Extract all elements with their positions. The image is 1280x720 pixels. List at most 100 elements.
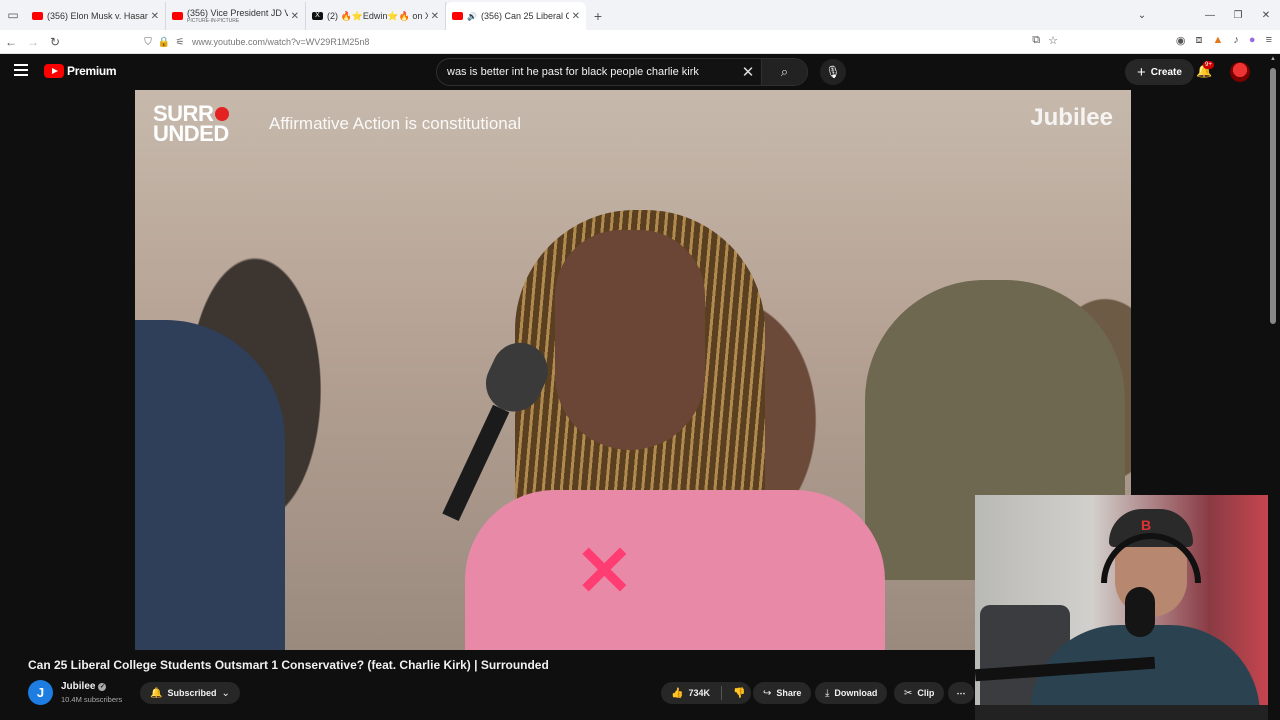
close-window-icon[interactable]: ✕ <box>1252 10 1280 21</box>
tab-title: (356) Can 25 Liberal Colleg <box>480 11 569 21</box>
subscribed-button[interactable]: 🔔 Subscribed ⌄ <box>140 682 240 704</box>
voice-search-button[interactable]: 🎙 <box>820 59 846 85</box>
restore-icon[interactable]: ❐ <box>1224 10 1252 21</box>
forward-icon[interactable]: → <box>22 35 44 49</box>
extension-icon[interactable]: ● <box>1249 34 1256 47</box>
clip-button[interactable]: ✂ Clip <box>894 682 945 704</box>
subscriber-count: 10.4M subscribers <box>61 695 123 704</box>
video-topic-caption: Affirmative Action is constitutional <box>269 114 521 133</box>
scrollbar-thumb[interactable] <box>1270 68 1276 324</box>
speaker-icon[interactable]: 🔊 <box>467 12 477 21</box>
bell-icon: 🔔 <box>150 687 163 699</box>
menu-icon[interactable]: ≡ <box>1266 34 1272 47</box>
x-favicon-icon: X <box>312 12 323 20</box>
page-scrollbar[interactable]: ▲ <box>1268 54 1280 720</box>
verified-icon: ✓ <box>98 683 107 691</box>
address-bar-actions: ⧉ ☆ <box>1032 34 1058 47</box>
url-text[interactable]: www.youtube.com/watch?v=WV29R1M25n8 <box>192 37 369 47</box>
divider <box>720 686 722 700</box>
webcam-desk <box>975 705 1268 720</box>
plus-icon: + <box>1137 63 1146 81</box>
clip-label: Clip <box>917 688 935 698</box>
video-title: Can 25 Liberal College Students Outsmart… <box>28 658 549 672</box>
browser-tab[interactable]: (356) Vice President JD Vance R PICTURE-… <box>166 2 306 30</box>
jubilee-watermark: Jubilee <box>1030 104 1113 131</box>
browser-tab-active[interactable]: 🔊 (356) Can 25 Liberal Colleg ✕ <box>446 2 586 30</box>
youtube-premium-logo[interactable]: Premium <box>44 64 117 78</box>
metamask-icon[interactable]: ▲ <box>1213 34 1224 47</box>
tab-title: (2) 🔥⭐Edwin⭐🔥 on X: "Is Ti <box>327 11 428 21</box>
youtube-play-icon <box>44 64 64 78</box>
lock-icon[interactable]: 🔒 <box>156 37 172 48</box>
logo-text: Premium <box>67 64 117 78</box>
webcam-overlay: B <box>975 495 1268 720</box>
video-speaker-face <box>555 230 705 450</box>
back-icon[interactable]: ← <box>0 35 22 49</box>
video-foreground-person <box>135 320 285 650</box>
youtube-favicon-icon <box>32 12 43 20</box>
shield-icon[interactable]: ⛉ <box>140 37 156 48</box>
browser-tab[interactable]: (356) Elon Musk v. Hasan Piker ✕ <box>26 2 166 30</box>
extensions-icon[interactable]: ⧈ <box>1196 34 1203 47</box>
download-label: Download <box>834 688 878 698</box>
video-speaker-shirt <box>465 490 885 650</box>
tab-list-icon[interactable]: ▭ <box>0 0 26 30</box>
channel-name[interactable]: Jubilee <box>61 681 95 692</box>
new-tab-button[interactable]: + <box>586 2 610 30</box>
more-actions-button[interactable]: ⋯ <box>948 682 974 704</box>
account-icon[interactable]: ◉ <box>1176 34 1186 47</box>
user-avatar[interactable] <box>1230 62 1250 82</box>
youtube-favicon-icon <box>452 12 463 20</box>
tab-title: (356) Elon Musk v. Hasan Piker <box>47 11 148 21</box>
browser-toolbar: ← → ↻ ⛉ 🔒 ⚟ www.youtube.com/watch?v=WV29… <box>0 30 1280 54</box>
tab-close-icon[interactable]: ✕ <box>431 11 439 22</box>
webcam-microphone <box>1125 587 1155 637</box>
share-icon: ↪ <box>763 687 772 699</box>
window-controls: ⌄ — ❐ ✕ <box>1128 0 1280 30</box>
pip-icon[interactable]: ⧉ <box>1032 34 1040 47</box>
browser-tab-strip: ▭ (356) Elon Musk v. Hasan Piker ✕ (356)… <box>0 0 1280 30</box>
shirt-x-graphic: ✕ <box>575 532 634 610</box>
tab-close-icon[interactable]: ✕ <box>291 11 299 22</box>
more-horizontal-icon: ⋯ <box>956 687 966 698</box>
tab-close-icon[interactable]: ✕ <box>572 11 580 22</box>
hamburger-menu-icon[interactable] <box>14 64 28 76</box>
tab-subtitle: PICTURE-IN-PICTURE <box>187 18 240 24</box>
reload-icon[interactable]: ↻ <box>44 35 66 49</box>
surrounded-logo-line2: UNDED <box>153 121 229 146</box>
extensions-area: ◉ ⧈ ▲ ♪ ● ≡ <box>1176 34 1272 47</box>
youtube-header: Premium ✕ ⌕ 🎙 + Create 🔔 9+ <box>0 54 1280 90</box>
address-bar[interactable]: ⛉ 🔒 ⚟ www.youtube.com/watch?v=WV29R1M25n… <box>140 32 1060 52</box>
youtube-favicon-icon <box>172 12 183 20</box>
scroll-up-arrow-icon[interactable]: ▲ <box>1270 56 1276 62</box>
search-button[interactable]: ⌕ <box>761 59 807 85</box>
scissors-icon: ✂ <box>904 687 913 699</box>
share-label: Share <box>776 688 802 698</box>
media-icon[interactable]: ♪ <box>1233 34 1239 47</box>
logo-dot-icon <box>215 107 230 121</box>
like-dislike-group: 👍 734K 👎 <box>661 682 752 704</box>
channel-name-row[interactable]: Jubilee ✓ <box>61 681 107 692</box>
channel-avatar[interactable]: J <box>28 680 53 705</box>
surrounded-logo: SURR UNDED <box>153 103 230 146</box>
chevron-down-icon: ⌄ <box>221 687 230 699</box>
search-box: ✕ ⌕ <box>436 58 808 86</box>
browser-tab[interactable]: X (2) 🔥⭐Edwin⭐🔥 on X: "Is Ti ✕ <box>306 2 446 30</box>
search-input[interactable] <box>437 66 735 78</box>
notification-badge: 9+ <box>1203 61 1214 69</box>
create-button[interactable]: + Create <box>1125 59 1194 85</box>
clear-search-icon[interactable]: ✕ <box>735 63 761 81</box>
tab-title-block: (356) Vice President JD Vance R PICTURE-… <box>187 8 288 24</box>
tab-close-icon[interactable]: ✕ <box>151 11 159 22</box>
download-button[interactable]: ⤓ Download <box>815 682 888 704</box>
like-count[interactable]: 734K <box>688 688 710 698</box>
minimize-icon[interactable]: — <box>1196 10 1224 21</box>
bookmark-star-icon[interactable]: ☆ <box>1048 34 1058 47</box>
microphone-icon: 🎙 <box>825 65 841 79</box>
thumbs-down-icon[interactable]: 👎 <box>733 688 745 699</box>
tab-search-icon[interactable]: ⌄ <box>1128 10 1156 21</box>
subscribed-label: Subscribed <box>167 688 217 698</box>
thumbs-up-icon[interactable]: 👍 <box>671 688 683 699</box>
site-settings-icon[interactable]: ⚟ <box>172 37 188 48</box>
share-button[interactable]: ↪ Share <box>753 682 812 704</box>
